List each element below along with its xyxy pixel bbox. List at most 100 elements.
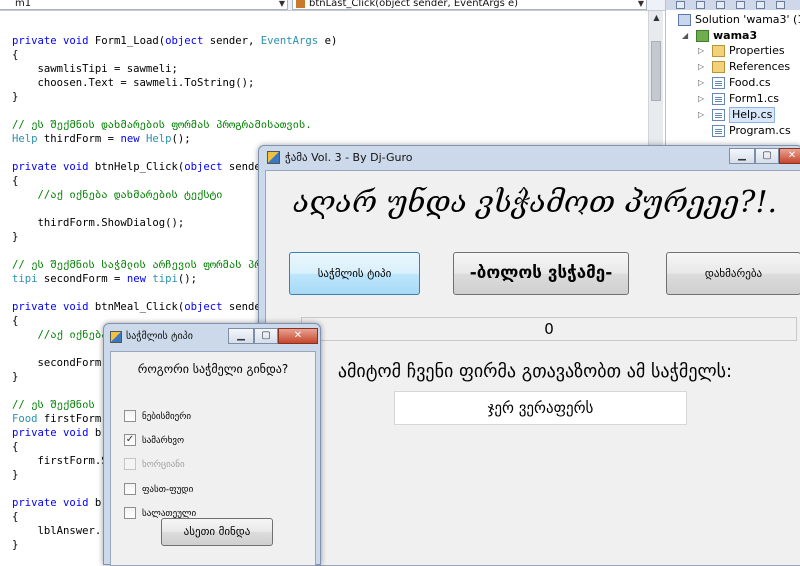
- scroll-up-icon[interactable]: ▲: [650, 11, 663, 24]
- ok-button[interactable]: ასეთი მინდა: [161, 518, 273, 546]
- code-token: {: [12, 315, 19, 327]
- code-line[interactable]: }: [12, 230, 18, 244]
- code-line[interactable]: choosen.Text = sawmeli.ToString();: [12, 76, 255, 90]
- code-line[interactable]: private void b: [12, 496, 101, 510]
- solution-item-references[interactable]: ▷ References: [698, 59, 800, 75]
- code-line[interactable]: {: [12, 314, 18, 328]
- member-dropdown[interactable]: btnLast_Click(object sender, EventArgs e…: [292, 0, 647, 10]
- code-token: // ეს შექმნის დახმარების ფორმას პროგრამი…: [12, 119, 312, 131]
- last-ate-button[interactable]: -ბოლოს ვსჭამე-: [453, 252, 629, 295]
- collapse-arrow-icon[interactable]: ◢: [682, 28, 688, 44]
- expand-arrow-icon[interactable]: ▷: [698, 43, 704, 59]
- code-token: b: [88, 497, 102, 509]
- dialog-titlebar[interactable]: საჭმლის ტიპი ▁ ▢ ✕: [104, 324, 320, 348]
- solution-item-properties[interactable]: ▷ Properties: [698, 43, 800, 59]
- solution-item-wama3[interactable]: ◢ wama3: [682, 28, 800, 44]
- code-token: void: [63, 35, 89, 47]
- folder-icon: [712, 45, 725, 57]
- properties-icon[interactable]: [676, 1, 685, 9]
- checkbox-unchecked[interactable]: [124, 410, 136, 422]
- editor-navigation-bar: m1 ▼ btnLast_Click(object sender, EventA…: [0, 0, 665, 11]
- solution-item-label: wama3: [713, 29, 758, 42]
- code-line[interactable]: secondForm: [12, 356, 102, 370]
- code-line[interactable]: sawmlisTipi = sawmeli;: [12, 62, 178, 76]
- code-token: EventArgs: [260, 35, 319, 47]
- checkbox-unchecked[interactable]: [124, 483, 136, 495]
- view-code-icon[interactable]: [736, 1, 745, 9]
- code-line[interactable]: {: [12, 510, 18, 524]
- code-token: sawmlisTipi = sawmeli;: [12, 63, 178, 75]
- scrollbar-thumb[interactable]: [651, 41, 661, 101]
- close-button[interactable]: ✕: [278, 328, 318, 344]
- expand-arrow-icon[interactable]: ▷: [698, 59, 704, 75]
- close-button[interactable]: ✕: [779, 148, 800, 164]
- class-dropdown[interactable]: m1 ▼: [0, 0, 288, 10]
- meal-option-checkbox[interactable]: ნებისმიერი: [124, 409, 304, 425]
- code-line[interactable]: //აქ იქნება დახმარების ტექსტი: [12, 188, 223, 202]
- code-token: Food: [12, 413, 38, 425]
- code-line[interactable]: lblAnswer.: [12, 524, 102, 538]
- minimize-button[interactable]: ▁: [729, 148, 755, 164]
- solution-item-help-cs[interactable]: ▷ Help.cs: [698, 107, 800, 123]
- expand-arrow-icon[interactable]: ▷: [698, 107, 704, 123]
- solution-item-solution-wama3-1-pr[interactable]: Solution 'wama3' (1 pr: [678, 12, 800, 28]
- class-diagram-icon[interactable]: [776, 1, 785, 9]
- code-line[interactable]: }: [12, 370, 18, 384]
- code-token: //აქ იქნება: [12, 329, 108, 341]
- maximize-button[interactable]: ▢: [755, 148, 779, 164]
- meal-option-label: ფასთ-ფუდი: [142, 485, 194, 495]
- project-icon: [696, 30, 709, 42]
- checkbox-checked[interactable]: ✓: [124, 434, 136, 446]
- code-token: object: [184, 161, 223, 173]
- help-button[interactable]: დახმარება: [666, 252, 800, 295]
- show-all-files-icon[interactable]: [696, 1, 705, 9]
- code-line[interactable]: private void btnMeal_Click(object sender: [12, 300, 267, 314]
- main-window-titlebar[interactable]: ჭამა Vol. 3 - By Dj-Guro ▁ ▢ ✕: [259, 146, 800, 170]
- code-line[interactable]: thirdForm.ShowDialog();: [12, 216, 185, 230]
- meal-type-dialog: საჭმლის ტიპი ▁ ▢ ✕ როგორი საჭმელი გინდა?…: [103, 323, 321, 566]
- solution-item-label: Properties: [729, 44, 785, 57]
- code-token: object: [184, 301, 223, 313]
- code-line[interactable]: // ეს შექმნის: [12, 398, 95, 412]
- code-token: private: [12, 301, 64, 313]
- code-line[interactable]: private void Form1_Load(object sender, E…: [12, 34, 337, 48]
- code-token: }: [12, 539, 19, 551]
- solution-item-program-cs[interactable]: Program.cs: [712, 123, 800, 139]
- code-line[interactable]: {: [12, 440, 18, 454]
- meal-option-checkbox[interactable]: ფასთ-ფუდი: [124, 482, 304, 498]
- code-line[interactable]: }: [12, 538, 18, 552]
- code-line[interactable]: Food firstForm: [12, 412, 101, 426]
- code-line[interactable]: firstForm.S: [12, 454, 108, 468]
- csharp-file-icon: [712, 109, 725, 121]
- code-line[interactable]: {: [12, 48, 18, 62]
- code-line[interactable]: tipi secondForm = new tipi();: [12, 272, 197, 286]
- code-line[interactable]: Help thirdForm = new Help();: [12, 132, 191, 146]
- code-token: ();: [177, 273, 197, 285]
- checkbox-unchecked[interactable]: [124, 507, 136, 519]
- code-token: //აქ იქნება დახმარების ტექსტი: [12, 189, 223, 201]
- maximize-button[interactable]: ▢: [254, 328, 278, 344]
- code-line[interactable]: {: [12, 174, 18, 188]
- solution-item-form1-cs[interactable]: ▷ Form1.cs: [698, 91, 800, 107]
- view-designer-icon[interactable]: [756, 1, 765, 9]
- refresh-icon[interactable]: [716, 1, 725, 9]
- code-token: btnHelp_Click(: [88, 161, 185, 173]
- meal-option-label: სამარხვო: [142, 436, 185, 446]
- expand-arrow-icon[interactable]: ▷: [698, 75, 704, 91]
- code-line[interactable]: }: [12, 90, 18, 104]
- meal-option-checkbox[interactable]: ✓ სამარხვო: [124, 433, 304, 449]
- code-line[interactable]: }: [12, 468, 18, 482]
- minimize-button[interactable]: ▁: [228, 328, 254, 344]
- code-token: firstForm: [37, 413, 102, 425]
- code-line[interactable]: private void btnHelp_Click(object sender: [12, 160, 267, 174]
- meal-type-button[interactable]: საჭმლის ტიპი: [289, 252, 420, 295]
- code-line[interactable]: //აქ იქნება: [12, 328, 108, 342]
- code-line[interactable]: // ეს შექმნის დახმარების ფორმას პროგრამი…: [12, 118, 312, 132]
- meal-option-label: ხორციანი: [142, 460, 185, 470]
- code-token: Help: [12, 133, 38, 145]
- code-line[interactable]: private void b: [12, 426, 101, 440]
- code-line[interactable]: // ეს შექმნის საჭმლის არჩევის ფორმას პრ: [12, 258, 261, 272]
- solution-item-food-cs[interactable]: ▷ Food.cs: [698, 75, 800, 91]
- code-token: Form1_Load(: [88, 35, 166, 47]
- expand-arrow-icon[interactable]: ▷: [698, 91, 704, 107]
